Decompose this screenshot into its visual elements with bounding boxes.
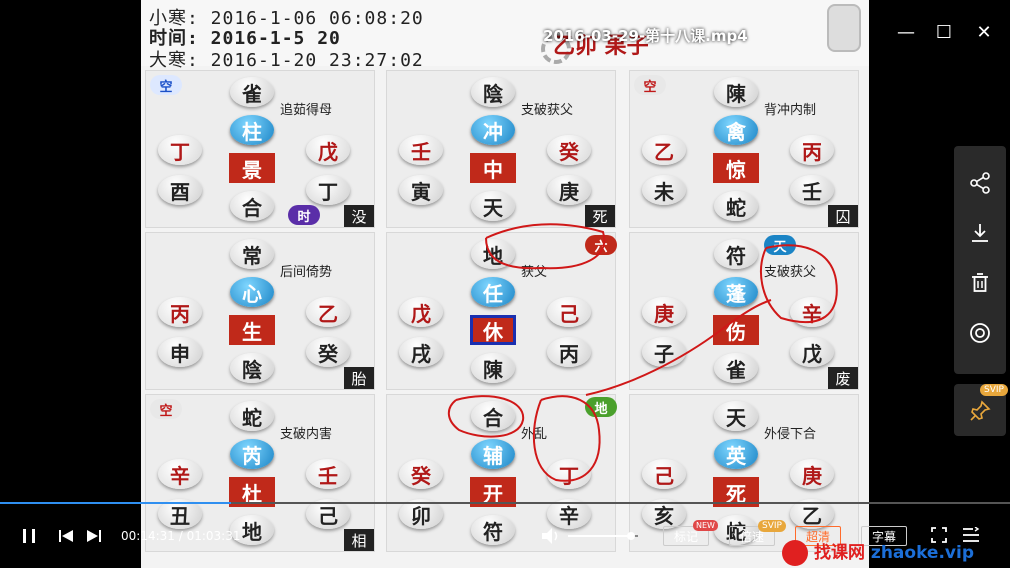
time-separator: / bbox=[174, 529, 187, 543]
close-button[interactable]: ✕ bbox=[972, 20, 996, 44]
pause-icon[interactable] bbox=[20, 526, 38, 546]
volume-fill bbox=[568, 535, 631, 537]
video-title: 2016-03-29-第十八课.mp4 bbox=[543, 27, 748, 45]
red-annotation-strokes bbox=[447, 223, 838, 482]
volume-icon[interactable] bbox=[540, 526, 562, 546]
next-icon[interactable] bbox=[85, 526, 103, 546]
volume-knob[interactable] bbox=[627, 532, 635, 540]
watermark-cn: 找课网 bbox=[814, 543, 865, 563]
video-frame[interactable]: 小寒: 2016-1-06 06:08:20 时间: 2016-1-5 20 大… bbox=[141, 0, 869, 568]
current-time: 00:14:31 bbox=[121, 529, 175, 543]
speed-svip-badge: SVIP bbox=[758, 520, 786, 532]
watermark-logo-icon bbox=[782, 540, 808, 566]
pin-button[interactable]: SVIP bbox=[954, 384, 1008, 436]
player-window: 小寒: 2016-1-06 06:08:20 时间: 2016-1-5 20 大… bbox=[0, 0, 1010, 568]
share-icon[interactable] bbox=[965, 168, 995, 198]
pin-icon bbox=[970, 400, 991, 421]
total-time: 01:03:31 bbox=[186, 529, 241, 543]
progress-fill bbox=[0, 502, 232, 504]
maximize-button[interactable]: ☐ bbox=[932, 20, 956, 44]
mark-new-badge: NEW bbox=[693, 520, 718, 531]
minimize-button[interactable]: — bbox=[894, 20, 918, 44]
watermark-en: zhaoke.vip bbox=[870, 543, 974, 563]
side-toolbar bbox=[954, 146, 1006, 374]
time-display: 00:14:31 / 01:03:31 bbox=[121, 529, 240, 543]
previous-icon[interactable] bbox=[57, 526, 75, 546]
pin-svip-badge: SVIP bbox=[980, 384, 1008, 396]
delete-icon[interactable] bbox=[965, 268, 995, 298]
download-icon[interactable] bbox=[965, 218, 995, 248]
circle-icon[interactable] bbox=[965, 318, 995, 348]
watermark: 找课网 zhaoke.vip bbox=[814, 538, 974, 563]
